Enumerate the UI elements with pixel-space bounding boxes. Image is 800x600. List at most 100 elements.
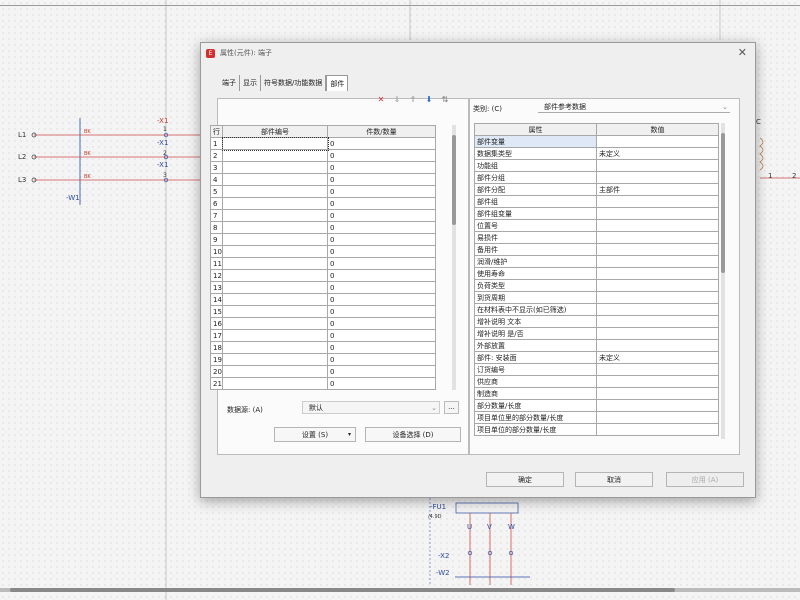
table-row[interactable]: 部件变量 — [474, 135, 719, 148]
part-number-cell[interactable] — [222, 305, 328, 318]
col-header-part-number[interactable]: 部件编号 — [222, 125, 328, 138]
part-number-cell[interactable] — [222, 329, 328, 342]
table-row[interactable]: 90 — [210, 233, 436, 246]
table-row[interactable]: 供应商 — [474, 375, 719, 388]
table-row[interactable]: 外部放置 — [474, 339, 719, 352]
property-value-cell[interactable] — [596, 387, 719, 400]
quantity-cell[interactable]: 0 — [327, 233, 436, 246]
property-value-cell[interactable] — [596, 159, 719, 172]
category-select[interactable]: 部件参考数据 ⌄ — [538, 101, 730, 113]
property-value-cell[interactable] — [596, 207, 719, 220]
quantity-cell[interactable]: 0 — [327, 173, 436, 186]
col-header-quantity[interactable]: 件数/数量 — [327, 125, 436, 138]
row-number-cell[interactable]: 6 — [210, 197, 223, 210]
property-value-cell[interactable] — [596, 399, 719, 412]
property-value-cell[interactable] — [596, 315, 719, 328]
property-value-cell[interactable] — [596, 291, 719, 304]
quantity-cell[interactable]: 0 — [327, 365, 436, 378]
row-number-cell[interactable]: 13 — [210, 281, 223, 294]
parts-scrollbar-thumb[interactable] — [452, 135, 456, 225]
table-row[interactable]: 项目单位里的部分数量/长度 — [474, 411, 719, 424]
row-number-cell[interactable]: 3 — [210, 161, 223, 174]
dialog-titlebar[interactable]: E 属性(元件): 端子 ✕ — [201, 43, 755, 63]
row-number-cell[interactable]: 12 — [210, 269, 223, 282]
dropdown-arrow-icon[interactable]: ▾ — [348, 428, 351, 442]
quantity-cell[interactable]: 0 — [327, 293, 436, 306]
row-number-cell[interactable]: 9 — [210, 233, 223, 246]
table-row[interactable]: 在材料表中不显示(如已筛选) — [474, 303, 719, 316]
row-number-cell[interactable]: 4 — [210, 173, 223, 186]
part-number-cell[interactable] — [222, 161, 328, 174]
row-number-cell[interactable]: 10 — [210, 245, 223, 258]
horizontal-scrollbar-thumb[interactable] — [10, 588, 675, 592]
part-number-cell[interactable] — [222, 317, 328, 330]
setup-button[interactable]: 设置 (S) ▾ — [274, 427, 356, 442]
row-number-cell[interactable]: 18 — [210, 341, 223, 354]
table-row[interactable]: 10 — [210, 136, 436, 151]
quantity-cell[interactable]: 0 — [327, 305, 436, 318]
table-row[interactable]: 20 0 — [210, 365, 436, 378]
table-row[interactable]: 易损件 — [474, 231, 719, 244]
table-row[interactable]: 40 — [210, 173, 436, 186]
row-number-cell[interactable]: 17 — [210, 329, 223, 342]
property-value-cell[interactable] — [596, 255, 719, 268]
table-row[interactable]: 20 — [210, 149, 436, 162]
tab-parts[interactable]: 部件 — [326, 75, 349, 91]
part-number-cell[interactable] — [222, 377, 328, 390]
table-row[interactable]: 16 0 — [210, 317, 436, 330]
part-number-cell[interactable] — [222, 281, 328, 294]
table-row[interactable]: 数据集类型 未定义 — [474, 147, 719, 160]
part-number-cell[interactable] — [222, 209, 328, 222]
table-row[interactable]: 增补说明 是/否 — [474, 327, 719, 340]
row-number-cell[interactable]: 16 — [210, 317, 223, 330]
insert-icon[interactable]: ⬇ — [424, 95, 434, 104]
quantity-cell[interactable]: 0 — [327, 281, 436, 294]
property-value-cell[interactable] — [596, 303, 719, 316]
property-value-cell[interactable]: 未定义 — [596, 147, 719, 160]
property-value-cell[interactable] — [596, 411, 719, 424]
close-icon[interactable]: ✕ — [738, 46, 747, 59]
table-row[interactable]: 80 — [210, 221, 436, 234]
part-number-cell[interactable] — [222, 257, 328, 270]
property-value-cell[interactable] — [596, 171, 719, 184]
datasource-more-button[interactable]: ... — [444, 401, 459, 414]
row-number-cell[interactable]: 14 — [210, 293, 223, 306]
table-row[interactable]: 部件: 安装面 未定义 — [474, 351, 719, 364]
table-row[interactable]: 部件分配 主部件 — [474, 183, 719, 196]
ok-button[interactable]: 确定 — [486, 472, 564, 487]
row-number-cell[interactable]: 11 — [210, 257, 223, 270]
table-row[interactable]: 18 0 — [210, 341, 436, 354]
table-row[interactable]: 70 — [210, 209, 436, 222]
property-value-cell[interactable] — [596, 375, 719, 388]
property-value-cell[interactable] — [596, 267, 719, 280]
part-number-cell[interactable] — [222, 365, 328, 378]
property-value-cell[interactable] — [596, 135, 719, 148]
apply-button[interactable]: 应用 (A) — [666, 472, 744, 487]
row-number-cell[interactable]: 19 — [210, 353, 223, 366]
row-number-cell[interactable]: 21 — [210, 377, 223, 390]
table-row[interactable]: 19 0 — [210, 353, 436, 366]
row-number-cell[interactable]: 2 — [210, 149, 223, 162]
table-row[interactable]: 10 0 — [210, 245, 436, 258]
property-value-cell[interactable]: 未定义 — [596, 351, 719, 364]
property-value-cell[interactable] — [596, 363, 719, 376]
cancel-button[interactable]: 取消 — [575, 472, 653, 487]
part-number-cell[interactable] — [222, 233, 328, 246]
part-number-cell[interactable] — [222, 149, 328, 162]
properties-scrollbar-thumb[interactable] — [721, 133, 725, 273]
part-number-cell[interactable] — [221, 136, 329, 151]
part-number-cell[interactable] — [222, 341, 328, 354]
property-value-cell[interactable] — [596, 243, 719, 256]
table-row[interactable]: 部件组 — [474, 195, 719, 208]
col-header-value[interactable]: 数值 — [596, 123, 719, 136]
quantity-cell[interactable]: 0 — [327, 317, 436, 330]
row-number-cell[interactable]: 1 — [210, 137, 223, 150]
quantity-cell[interactable]: 0 — [327, 209, 436, 222]
datasource-select[interactable]: 默认 ⌄ — [302, 401, 440, 414]
table-row[interactable]: 50 — [210, 185, 436, 198]
quantity-cell[interactable]: 0 — [327, 197, 436, 210]
property-value-cell[interactable] — [596, 195, 719, 208]
part-number-cell[interactable] — [222, 185, 328, 198]
table-row[interactable]: 17 0 — [210, 329, 436, 342]
row-number-cell[interactable]: 5 — [210, 185, 223, 198]
